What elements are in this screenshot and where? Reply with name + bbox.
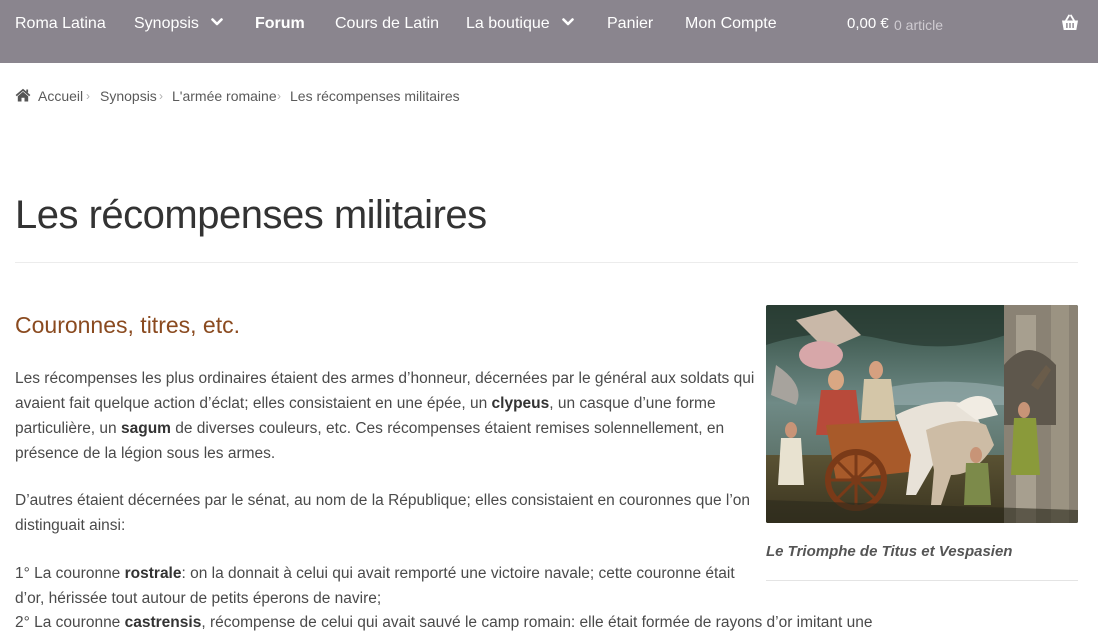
nav-item-label: La boutique xyxy=(466,15,550,32)
nav-item-forum[interactable]: Forum xyxy=(255,14,305,34)
paragraph-armes-honneur: Les récompenses les plus ordinaires étai… xyxy=(15,366,755,466)
chevron-down-icon[interactable] xyxy=(211,16,223,28)
section-heading: Couronnes, titres, etc. xyxy=(15,312,240,338)
nav-item-la-boutique[interactable]: La boutique xyxy=(466,14,574,34)
text: 1° La couronne xyxy=(15,565,125,582)
figure-caption: Le Triomphe de Titus et Vespasien xyxy=(766,543,1013,560)
paragraph-couronne-rostrale: 1° La couronne rostrale: on la donnait à… xyxy=(15,561,755,611)
breadcrumb-separator: › xyxy=(86,89,90,103)
term-sagum: sagum xyxy=(120,420,171,437)
nav-item-label: Synopsis xyxy=(134,15,199,32)
paragraph-couronne-castrensis: 2° La couronne castrensis, récompense de… xyxy=(15,610,915,640)
triumph-painting-image xyxy=(766,305,1078,523)
breadcrumb-item-accueil[interactable]: Accueil xyxy=(38,86,83,106)
nav-item-roma-latina[interactable]: Roma Latina xyxy=(15,14,106,34)
page-title: Les récompenses militaires xyxy=(15,193,487,237)
cart-total[interactable]: 0,00 € xyxy=(847,14,889,34)
cart-item-count[interactable]: 0 article xyxy=(894,15,943,35)
top-navigation-bar: Roma Latina Synopsis Forum Cours de Lati… xyxy=(0,0,1098,63)
term-clypeus: clypeus xyxy=(491,395,550,412)
nav-item-mon-compte[interactable]: Mon Compte xyxy=(685,14,777,34)
figure-divider xyxy=(766,580,1078,581)
home-icon[interactable] xyxy=(15,88,31,102)
breadcrumb-item-current: Les récompenses militaires xyxy=(290,88,460,104)
term-castrensis: castrensis xyxy=(124,614,202,631)
breadcrumb-item-armee-romaine[interactable]: L'armée romaine xyxy=(172,86,277,106)
term-rostrale: rostrale xyxy=(124,565,182,582)
basket-icon[interactable] xyxy=(1060,13,1080,33)
breadcrumb-separator: › xyxy=(277,89,281,103)
chevron-down-icon[interactable] xyxy=(561,16,574,28)
text: 2° La couronne xyxy=(15,614,125,631)
title-divider xyxy=(15,262,1078,263)
nav-item-synopsis[interactable]: Synopsis xyxy=(134,14,223,34)
nav-item-panier[interactable]: Panier xyxy=(607,14,653,34)
breadcrumb-item-synopsis[interactable]: Synopsis xyxy=(100,86,157,106)
paragraph-couronnes-senat: D’autres étaient décernées par le sénat,… xyxy=(15,492,751,534)
nav-item-cours-de-latin[interactable]: Cours de Latin xyxy=(335,14,439,34)
breadcrumb-separator: › xyxy=(159,89,163,103)
